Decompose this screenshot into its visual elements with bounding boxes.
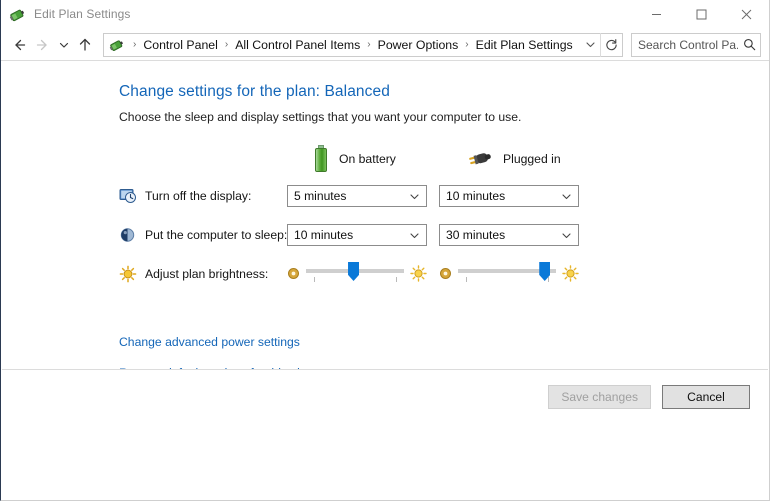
slider-tick bbox=[396, 277, 398, 282]
column-header-label: Plugged in bbox=[503, 152, 561, 166]
select-turn-off-display-on-battery[interactable]: 5 minutes bbox=[287, 185, 427, 207]
chevron-down-icon bbox=[409, 186, 420, 206]
close-button[interactable] bbox=[724, 0, 769, 29]
column-header-on-battery: On battery bbox=[313, 144, 396, 174]
settings-rows: Turn off the display: 5 minutes 10 minut… bbox=[119, 176, 769, 293]
search-input[interactable] bbox=[632, 37, 738, 52]
select-value: 10 minutes bbox=[294, 228, 354, 242]
select-value: 30 minutes bbox=[446, 228, 506, 242]
row-put-computer-to-sleep: Put the computer to sleep: 10 minutes 30… bbox=[119, 215, 769, 254]
select-sleep-on-battery[interactable]: 10 minutes bbox=[287, 224, 427, 246]
column-header-plugged-in: Plugged in bbox=[465, 144, 561, 174]
slider-tick bbox=[465, 277, 467, 282]
chevron-down-icon bbox=[561, 186, 572, 206]
refresh-icon[interactable] bbox=[600, 32, 622, 57]
select-turn-off-display-plugged-in[interactable]: 10 minutes bbox=[439, 185, 579, 207]
window-title: Edit Plan Settings bbox=[34, 7, 131, 21]
slider-brightness-plugged-in[interactable] bbox=[439, 259, 579, 287]
save-changes-button[interactable]: Save changes bbox=[548, 385, 651, 409]
breadcrumb-item-power-options[interactable]: Power Options bbox=[376, 38, 461, 52]
select-value: 10 minutes bbox=[446, 189, 506, 203]
row-turn-off-display: Turn off the display: 5 minutes 10 minut… bbox=[119, 176, 769, 215]
back-button[interactable] bbox=[7, 31, 31, 59]
slider-tick bbox=[548, 277, 550, 282]
dim-sun-icon bbox=[439, 267, 452, 280]
column-header-label: On battery bbox=[339, 152, 396, 166]
forward-button[interactable] bbox=[31, 31, 55, 59]
breadcrumb-separator: › bbox=[465, 38, 469, 50]
window-controls bbox=[634, 0, 769, 29]
footer: Save changes Cancel bbox=[2, 369, 768, 499]
dim-sun-icon bbox=[287, 267, 300, 280]
breadcrumb[interactable]: › Control Panel › All Control Panel Item… bbox=[103, 32, 623, 57]
breadcrumb-item-control-panel[interactable]: Control Panel bbox=[141, 38, 220, 52]
display-clock-icon bbox=[119, 187, 137, 205]
maximize-button[interactable] bbox=[679, 0, 724, 29]
page-title: Change settings for the plan: Balanced bbox=[119, 83, 390, 100]
slider-track-area[interactable] bbox=[458, 260, 556, 286]
breadcrumb-separator: › bbox=[367, 38, 371, 50]
row-label: Adjust plan brightness: bbox=[145, 266, 269, 281]
cancel-button[interactable]: Cancel bbox=[662, 385, 750, 409]
up-one-level-button[interactable] bbox=[73, 31, 97, 59]
breadcrumb-separator: › bbox=[224, 38, 229, 50]
footer-buttons: Save changes Cancel bbox=[548, 385, 750, 409]
slider-thumb[interactable] bbox=[348, 262, 360, 281]
column-headers: On battery Plugged in bbox=[119, 144, 769, 174]
bright-sun-icon bbox=[562, 264, 579, 282]
search-box[interactable] bbox=[631, 32, 761, 57]
slider-tick bbox=[313, 277, 315, 282]
bright-sun-icon bbox=[410, 264, 427, 282]
power-plug-icon bbox=[465, 149, 493, 169]
recent-locations-button[interactable] bbox=[55, 31, 73, 59]
link-change-advanced-power-settings[interactable]: Change advanced power settings bbox=[119, 335, 300, 349]
select-value: 5 minutes bbox=[294, 189, 347, 203]
breadcrumb-separator: › bbox=[133, 38, 137, 50]
chevron-down-icon bbox=[409, 225, 420, 245]
row-label: Turn off the display: bbox=[145, 188, 252, 203]
sleep-moon-icon bbox=[119, 226, 137, 244]
search-icon[interactable] bbox=[738, 38, 760, 51]
row-adjust-plan-brightness: Adjust plan brightness: bbox=[119, 254, 769, 293]
main-pane: Change settings for the plan: Balanced C… bbox=[5, 61, 769, 380]
select-sleep-plugged-in[interactable]: 30 minutes bbox=[439, 224, 579, 246]
chevron-down-icon bbox=[561, 225, 572, 245]
power-plan-icon bbox=[9, 6, 26, 23]
edit-plan-settings-window: Edit Plan Settings › Control Panel › All… bbox=[0, 0, 770, 501]
chevron-down-icon[interactable] bbox=[580, 34, 600, 56]
title-bar: Edit Plan Settings bbox=[1, 0, 769, 29]
page-subtitle: Choose the sleep and display settings th… bbox=[119, 110, 522, 124]
slider-track-area[interactable] bbox=[306, 260, 404, 286]
minimize-button[interactable] bbox=[634, 0, 679, 29]
brightness-sun-icon bbox=[119, 265, 137, 283]
battery-icon bbox=[313, 145, 329, 173]
breadcrumb-item-all-control-panel-items[interactable]: All Control Panel Items bbox=[233, 38, 362, 52]
power-plan-icon bbox=[109, 37, 125, 53]
slider-brightness-on-battery[interactable] bbox=[287, 259, 427, 287]
content-area: Change settings for the plan: Balanced C… bbox=[1, 61, 769, 380]
row-label: Put the computer to sleep: bbox=[145, 227, 288, 242]
breadcrumb-item-edit-plan-settings[interactable]: Edit Plan Settings bbox=[474, 38, 575, 52]
address-bar: › Control Panel › All Control Panel Item… bbox=[1, 29, 769, 61]
